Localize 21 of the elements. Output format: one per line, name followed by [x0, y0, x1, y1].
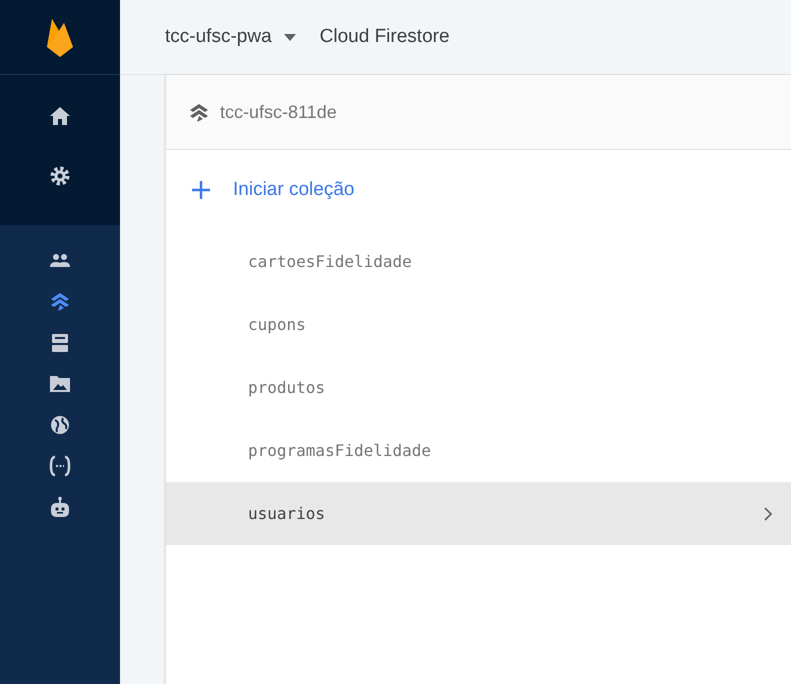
brackets-icon[interactable] [49, 455, 71, 477]
caret-icon [284, 34, 296, 40]
project-dropdown[interactable]: tcc-ufsc-pwa [165, 22, 296, 52]
database-name: tcc-ufsc-811de [220, 100, 337, 124]
layers-icon[interactable] [49, 291, 71, 313]
settings-icon[interactable] [49, 165, 71, 187]
chevron-right-icon [763, 506, 773, 522]
home-icon[interactable] [49, 105, 71, 127]
page-title: Cloud Firestore [320, 24, 450, 49]
globe-icon[interactable] [49, 414, 71, 436]
layers-icon [188, 102, 210, 122]
collection-item[interactable]: programasFidelidade [166, 419, 791, 482]
robot-icon[interactable] [49, 496, 71, 518]
plus-icon [191, 180, 211, 200]
collection-item[interactable]: cartoesFidelidade [166, 230, 791, 293]
collection-item[interactable]: cupons [166, 293, 791, 356]
collection-item[interactable]: produtos [166, 356, 791, 419]
image-folder-icon[interactable] [49, 373, 71, 395]
collection-item[interactable]: usuarios [166, 482, 791, 545]
start-collection-link[interactable]: Iniciar coleção [166, 150, 791, 230]
server-icon[interactable] [49, 332, 71, 354]
